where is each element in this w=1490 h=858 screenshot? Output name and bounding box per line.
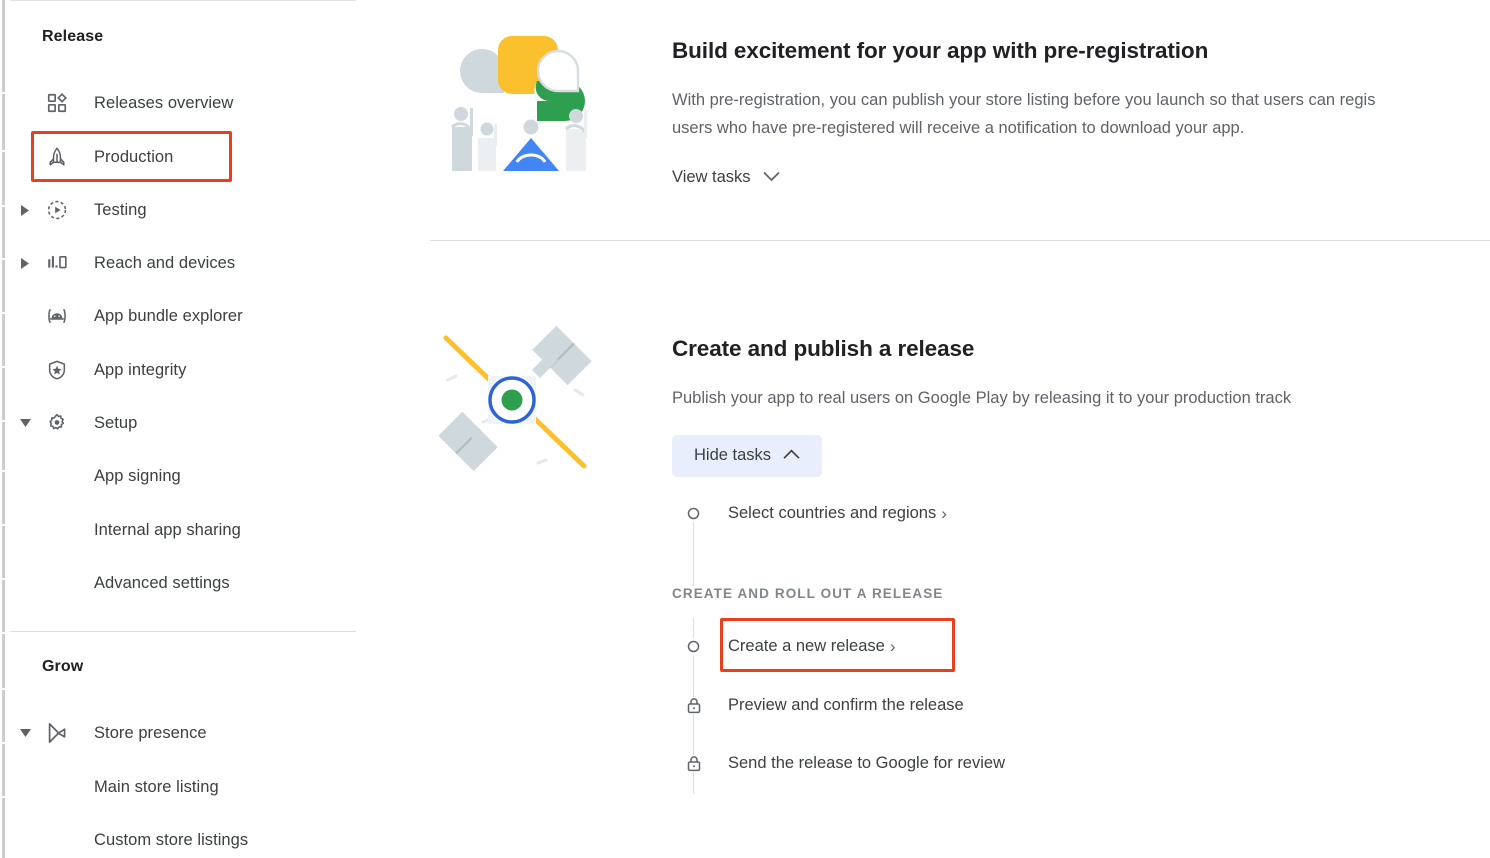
- sidebar-item-setup[interactable]: Setup: [10, 400, 360, 446]
- google-play-icon: [44, 720, 70, 746]
- sidebar-item-label: Custom store listings: [94, 830, 249, 849]
- view-tasks-label: View tasks: [672, 168, 751, 186]
- sidebar-item-label: Internal app sharing: [94, 520, 241, 539]
- sidebar-item-label: App integrity: [94, 360, 187, 379]
- lock-icon: [685, 754, 702, 772]
- sidebar-top-divider: [10, 0, 356, 1]
- sidebar-item-main-store-listing[interactable]: Main store listing: [10, 764, 360, 810]
- sidebar-item-label: Reach and devices: [94, 253, 236, 272]
- sidebar-item-app-integrity[interactable]: App integrity: [10, 347, 360, 393]
- sidebar-item-label: Advanced settings: [94, 573, 230, 592]
- task-label-wrapper: Preview and confirm the release: [728, 696, 964, 715]
- grid-diamond-icon: [44, 90, 70, 116]
- sidebar-item-custom-store-listings[interactable]: Custom store listings: [10, 817, 360, 858]
- sidebar-section-title-grow: Grow: [42, 658, 84, 675]
- chevron-down-icon[interactable]: [18, 726, 32, 740]
- chevron-down-icon[interactable]: [18, 416, 32, 430]
- page-scrollbar[interactable]: [0, 0, 10, 858]
- task-group-title: CREATE AND ROLL OUT A RELEASE: [672, 586, 952, 601]
- card-title: Build excitement for your app with pre-r…: [672, 38, 1209, 63]
- people-speech-bubbles-illustration: [430, 26, 600, 196]
- sidebar-section-divider: [10, 631, 356, 632]
- task-label: Send the release to Google for review: [728, 753, 1005, 772]
- card-description-line-2: users who have pre-registered will recei…: [672, 119, 1245, 137]
- sidebar-item-label: Releases overview: [94, 93, 234, 112]
- sidebar-item-app-bundle-explorer[interactable]: App bundle explorer: [10, 293, 360, 339]
- task-label-wrapper: Select countries and regions ›: [728, 504, 947, 523]
- card-description-line-1: With pre-registration, you can publish y…: [672, 91, 1376, 109]
- sidebar-item-testing[interactable]: Testing: [10, 187, 360, 233]
- play-circle-dashed-icon: [44, 197, 70, 223]
- sidebar-item-label: Store presence: [94, 723, 207, 742]
- task-label: Create a new release: [728, 636, 885, 655]
- satellite-illustration: [430, 318, 600, 488]
- view-tasks-toggle[interactable]: View tasks: [672, 168, 780, 187]
- main-content: Build excitement for your app with pre-r…: [360, 0, 1490, 858]
- sidebar-item-internal-app-sharing[interactable]: Internal app sharing: [10, 507, 360, 553]
- sidebar-item-production[interactable]: Production: [10, 134, 360, 180]
- sidebar-item-label: Main store listing: [94, 777, 219, 796]
- card-text-block: Create and publish a release Publish you…: [672, 336, 1291, 477]
- sidebar-item-store-presence[interactable]: Store presence: [10, 710, 360, 756]
- task-connector-line: [693, 518, 694, 594]
- hide-tasks-toggle[interactable]: Hide tasks: [672, 435, 823, 477]
- sidebar-item-label: Testing: [94, 200, 147, 219]
- task-label: Preview and confirm the release: [728, 695, 964, 714]
- scrollbar-thumb[interactable]: [2, 0, 5, 858]
- chevron-down-icon: [762, 168, 780, 187]
- sidebar-item-label: Production: [94, 147, 174, 166]
- sidebar-item-reach-and-devices[interactable]: Reach and devices: [10, 240, 360, 286]
- sidebar-item-label: Setup: [94, 413, 138, 432]
- gear-icon: [44, 410, 70, 436]
- chevron-right-icon[interactable]: [18, 256, 32, 270]
- rocket-icon: [44, 144, 70, 170]
- sidebar-navigation: Release Releases overview Production Tes…: [10, 0, 360, 858]
- card-divider: [430, 240, 1490, 241]
- sidebar-item-app-signing[interactable]: App signing: [10, 453, 360, 499]
- sidebar-item-label: App bundle explorer: [94, 306, 243, 325]
- chevron-right-icon: ›: [889, 636, 896, 656]
- chevron-up-icon: [783, 446, 800, 465]
- lock-icon: [685, 696, 702, 714]
- circle-outline-icon: [685, 504, 702, 522]
- task-label-wrapper: Create a new release ›: [728, 637, 896, 656]
- sidebar-item-advanced-settings[interactable]: Advanced settings: [10, 560, 360, 606]
- shield-star-icon: [44, 357, 70, 383]
- hide-tasks-label: Hide tasks: [694, 446, 772, 464]
- card-title: Create and publish a release: [672, 336, 975, 361]
- task-label: Select countries and regions: [728, 503, 937, 522]
- card-description-line-1: Publish your app to real users on Google…: [672, 389, 1292, 407]
- chevron-right-icon[interactable]: [18, 203, 32, 217]
- card-text-block: Build excitement for your app with pre-r…: [672, 38, 1375, 187]
- android-bundle-icon: [44, 303, 70, 329]
- sidebar-item-label: App signing: [94, 466, 181, 485]
- play-console-release-page: Release Releases overview Production Tes…: [0, 0, 1490, 858]
- sidebar-section-title-release: Release: [42, 28, 104, 45]
- release-task-list: Select countries and regions › CREATE AN…: [672, 500, 1232, 794]
- sidebar-item-releases-overview[interactable]: Releases overview: [10, 80, 360, 126]
- chevron-right-icon: ›: [941, 503, 947, 523]
- bar-chart-device-icon: [44, 250, 70, 276]
- circle-outline-icon: [685, 637, 702, 655]
- task-label-wrapper: Send the release to Google for review: [728, 754, 1005, 773]
